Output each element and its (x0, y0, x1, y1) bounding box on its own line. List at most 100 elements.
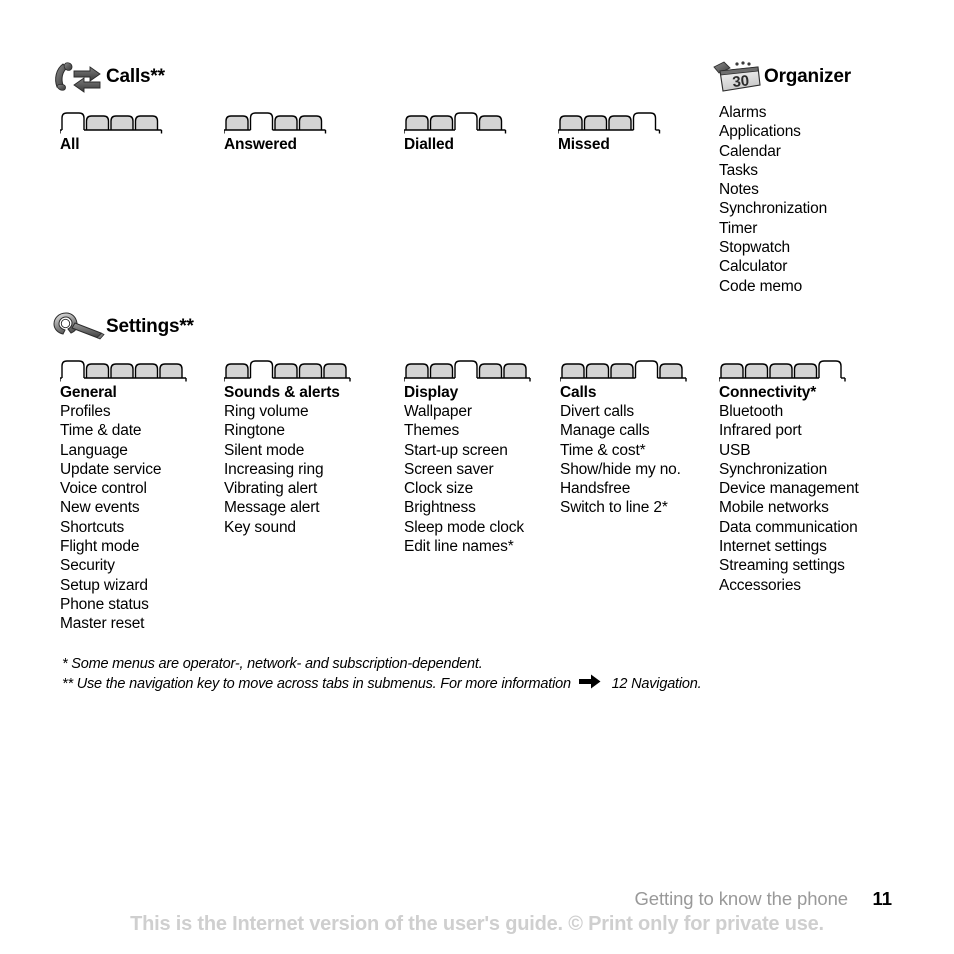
list-item: Shortcuts (60, 518, 125, 536)
wrench-icon (52, 310, 106, 344)
menu-column: Dialled (404, 110, 508, 154)
footnote-text: * Some menus are operator-, network- and… (62, 656, 483, 672)
list-item: Time & cost* (560, 441, 646, 459)
list-item: Edit line names* (404, 538, 514, 556)
column-item-list: Ring volume Ringtone Silent mode Increasing… (224, 402, 352, 537)
column-title: All (60, 136, 80, 153)
list-item: Ringtone (224, 422, 285, 440)
footnote-reference: 12 Navigation. (611, 676, 702, 692)
list-item: Switch to line 2* (560, 499, 668, 517)
list-item: Voice control (60, 480, 147, 498)
user-guide-page: Calls** 30 Organizer Alarms Applications… (0, 0, 954, 954)
organizer-menu-list: Alarms Applications Calendar Tasks Notes Sync… (719, 103, 827, 296)
column-item-list: Wallpaper Themes Start-up screen Screen sav… (404, 402, 532, 556)
menu-column: Missed (558, 110, 662, 154)
menu-column: Connectivity* Bluetooth Infrared port USB Sy… (719, 358, 859, 595)
tab-strip-connectivity[interactable] (719, 358, 859, 382)
list-item: Divert calls (560, 403, 634, 420)
menu-column: Sounds & alerts Ring volume Ringtone Silent… (224, 358, 352, 537)
menu-column: All (60, 110, 164, 154)
list-item: Themes (404, 422, 460, 440)
list-item: Alarms (719, 104, 767, 121)
right-arrow-icon (578, 674, 601, 695)
list-item: Ring volume (224, 403, 309, 420)
column-title: Missed (558, 136, 610, 153)
list-item: USB (719, 441, 751, 459)
list-item: Calendar (719, 142, 781, 160)
column-item-list: Divert calls Manage calls Time & cost* Show… (560, 402, 688, 518)
menu-column: General Profiles Time & date Language Update… (60, 358, 188, 634)
tab-strip-dialled[interactable] (404, 110, 508, 134)
menu-column: Calls Divert calls Manage calls Time & cost… (560, 358, 688, 518)
footnotes: * Some menus are operator-, network- and… (62, 654, 862, 695)
list-item: Tasks (719, 161, 758, 179)
tab-strip-calls[interactable] (560, 358, 688, 382)
list-item: Bluetooth (719, 403, 784, 420)
list-item: Notes (719, 181, 759, 199)
section-title-settings: Settings** (106, 316, 194, 337)
list-item: Setup wizard (60, 576, 148, 594)
list-item: Update service (60, 460, 162, 478)
column-item-list: Profiles Time & date Language Update servic… (60, 402, 188, 634)
section-title-calls: Calls** (106, 66, 165, 87)
list-item: Vibrating alert (224, 480, 318, 498)
list-item: Mobile networks (719, 499, 829, 517)
list-item: Phone status (60, 595, 149, 613)
list-item: Profiles (60, 403, 111, 420)
tab-strip-general[interactable] (60, 358, 188, 382)
footer-chapter-title: Getting to know the phone (634, 888, 849, 909)
list-item: Security (60, 557, 115, 575)
tab-strip-missed[interactable] (558, 110, 662, 134)
list-item: Silent mode (224, 441, 305, 459)
call-log-icon (52, 60, 106, 94)
list-item: Synchronization (719, 460, 828, 478)
list-item: Stopwatch (719, 239, 791, 257)
list-item: Device management (719, 480, 859, 498)
tab-strip-all[interactable] (60, 110, 164, 134)
list-item: Show/hide my no. (560, 460, 681, 478)
footnote-single-asterisk: * Some menus are operator-, network- and… (62, 654, 862, 674)
list-item: Streaming settings (719, 557, 845, 575)
list-item: Internet settings (719, 538, 827, 556)
list-item: Manage calls (560, 422, 650, 440)
menu-column: Display Wallpaper Themes Start-up screen Scr… (404, 358, 532, 556)
column-title: Sounds & alerts (224, 384, 340, 401)
column-title: Answered (224, 136, 297, 153)
list-item: Sleep mode clock (404, 518, 524, 536)
list-item: Master reset (60, 615, 145, 633)
internet-version-watermark: This is the Internet version of the user… (130, 913, 824, 935)
list-item: Language (60, 441, 128, 459)
list-item: Data communication (719, 518, 858, 536)
list-item: Message alert (224, 499, 320, 517)
list-item: Accessories (719, 576, 801, 594)
column-item-list: Bluetooth Infrared port USB Synchronization… (719, 402, 859, 595)
list-item: Increasing ring (224, 460, 324, 478)
list-item: Time & date (60, 422, 142, 440)
page-number: 11 (872, 888, 892, 909)
section-header-calls: Calls** (52, 60, 165, 94)
list-item: Clock size (404, 480, 474, 498)
footnote-text: ** Use the navigation key to move across… (62, 676, 571, 692)
list-item: Infrared port (719, 422, 802, 440)
list-item: Handsfree (560, 480, 631, 498)
list-item: Brightness (404, 499, 476, 517)
svg-text:30: 30 (732, 72, 750, 91)
list-item: Timer (719, 219, 758, 237)
section-title-organizer: Organizer (764, 66, 851, 87)
menu-column: Answered (224, 110, 328, 154)
tab-strip-display[interactable] (404, 358, 532, 382)
list-item: Applications (719, 123, 801, 141)
tab-strip-sounds-alerts[interactable] (224, 358, 352, 382)
list-item: Calculator (719, 258, 788, 276)
list-item: Screen saver (404, 460, 494, 478)
page-footer: Getting to know the phone 11 (635, 888, 892, 910)
column-title: General (60, 384, 117, 401)
section-header-organizer: 30 Organizer (710, 60, 851, 94)
column-title: Dialled (404, 136, 454, 153)
list-item: Code memo (719, 277, 803, 295)
tab-strip-answered[interactable] (224, 110, 328, 134)
column-title: Connectivity* (719, 384, 817, 401)
list-item: Key sound (224, 518, 296, 536)
list-item: Wallpaper (404, 403, 472, 420)
footnote-double-asterisk: ** Use the navigation key to move across… (62, 674, 862, 695)
